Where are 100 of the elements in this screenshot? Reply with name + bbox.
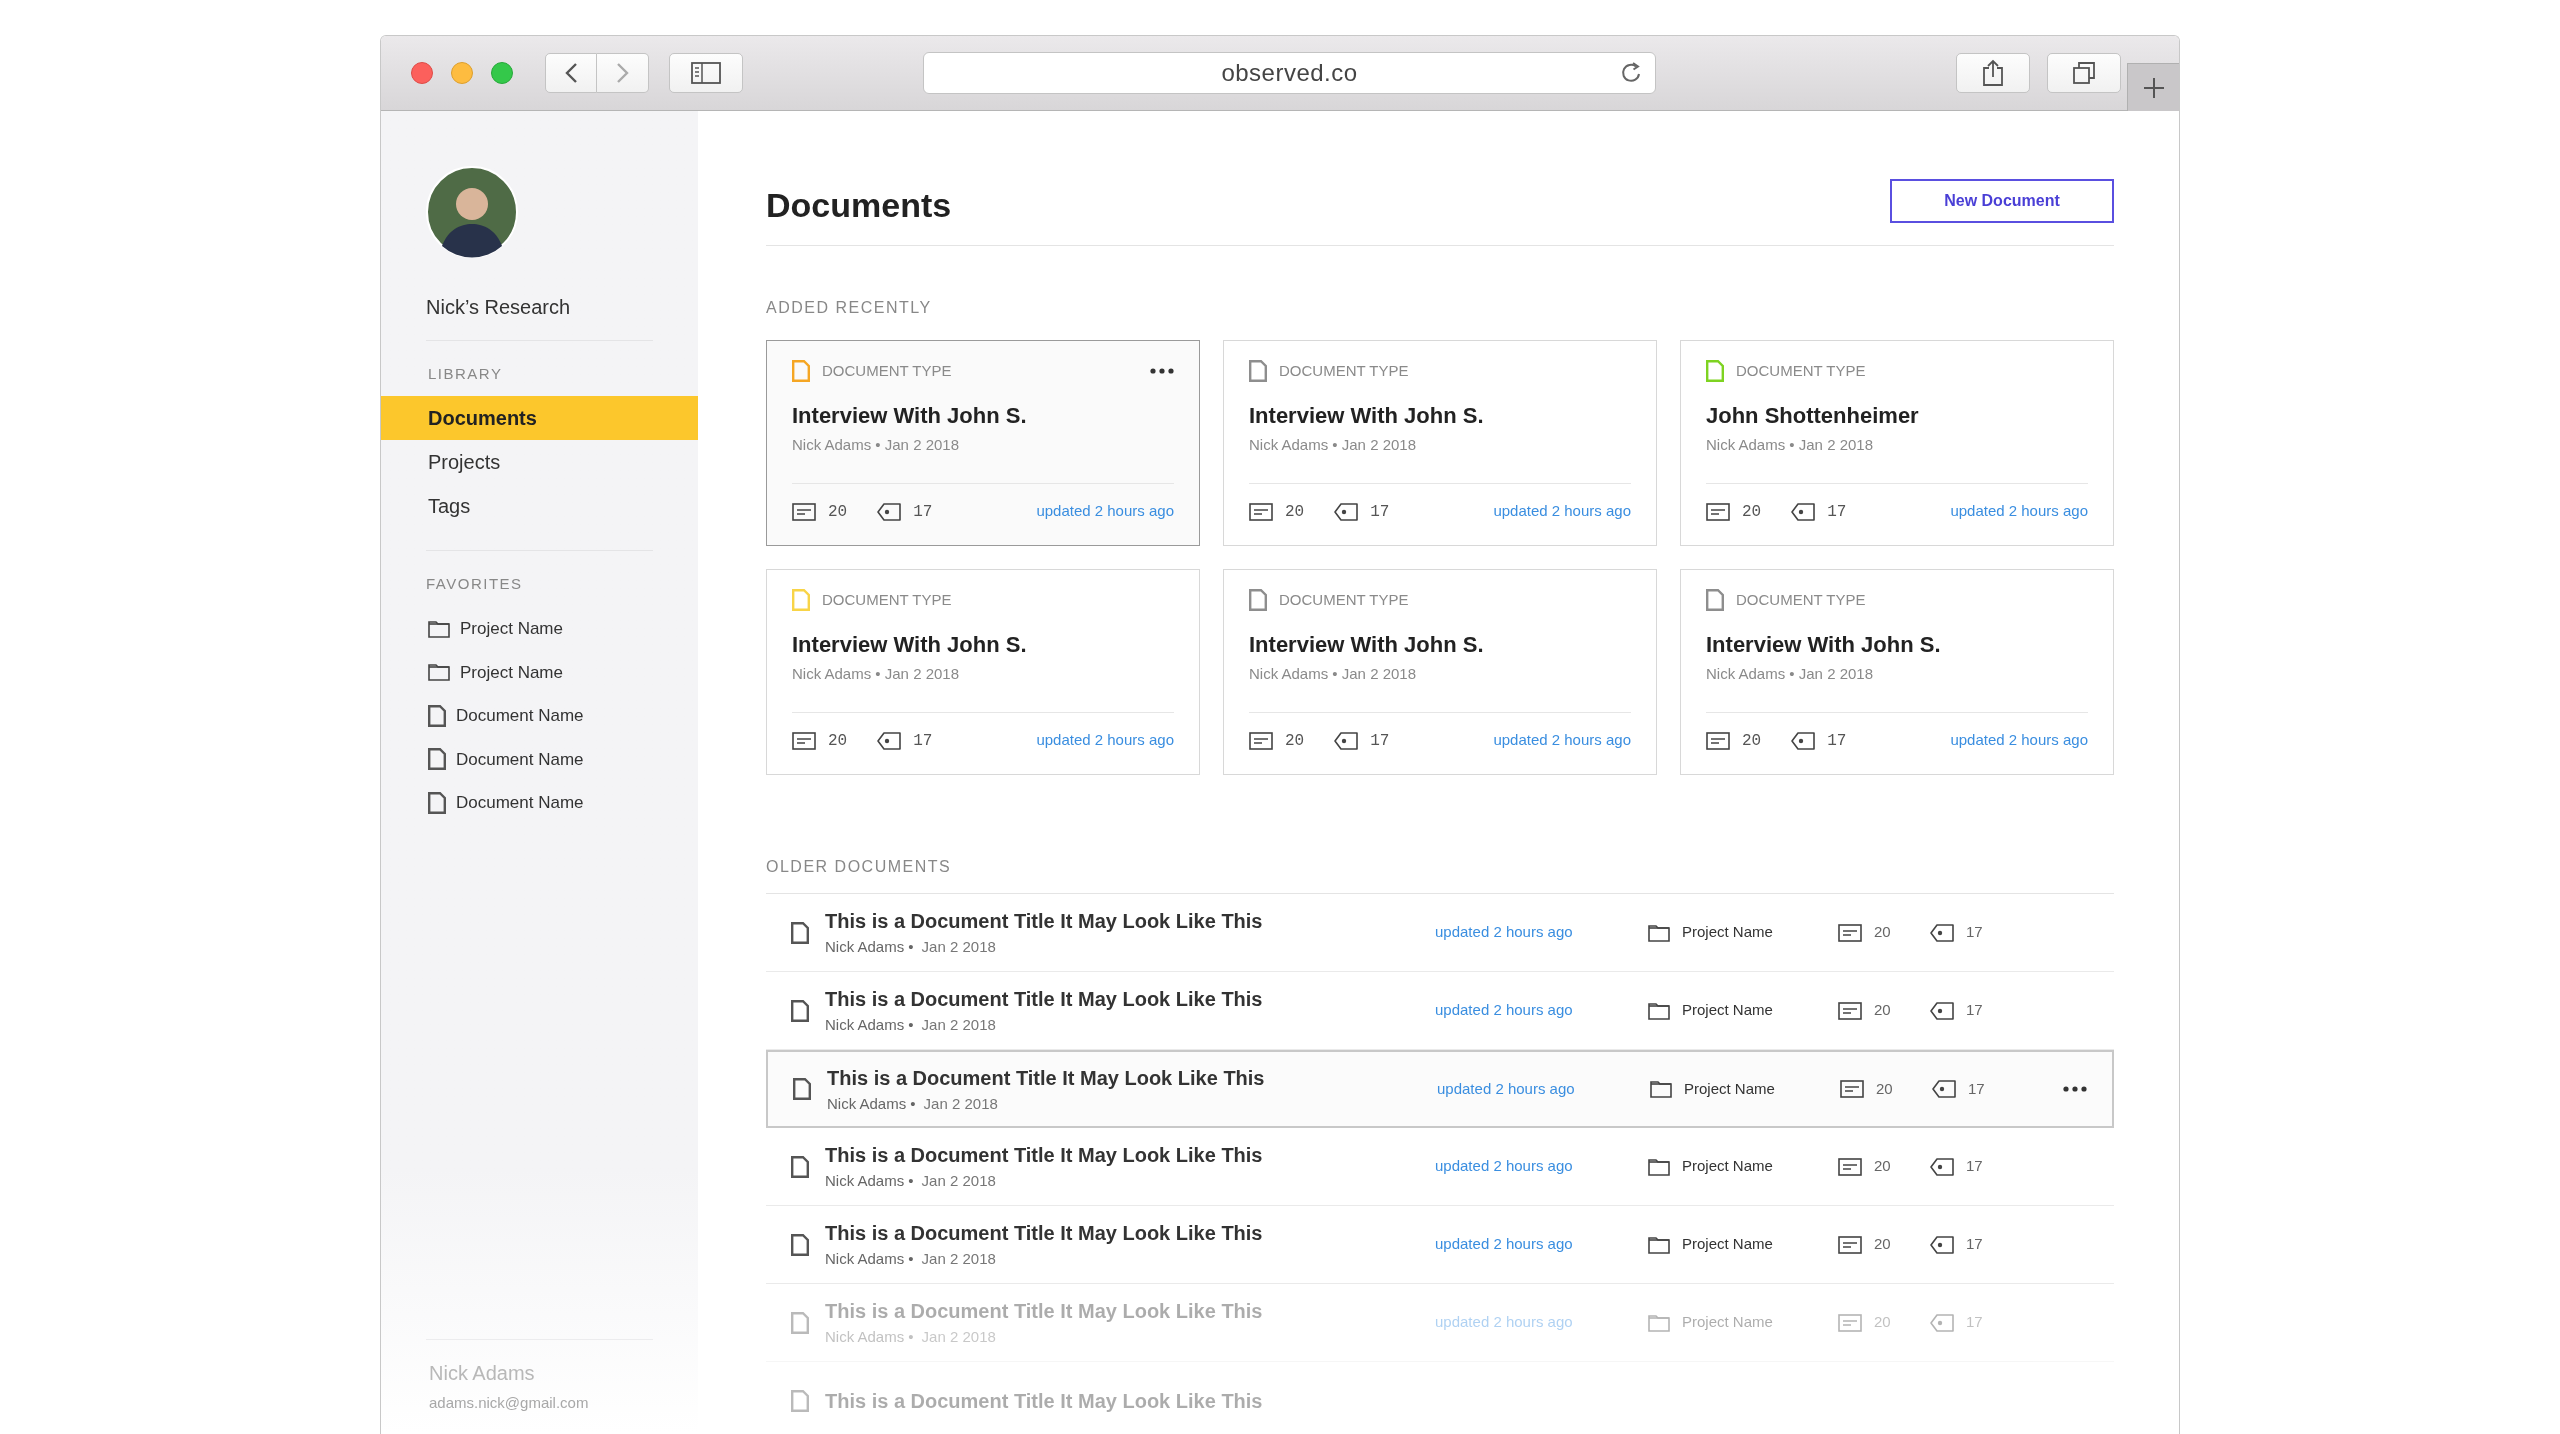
comment-icon [1249,731,1273,750]
comment-icon [1838,1235,1862,1254]
comment-icon [1840,1080,1864,1098]
nav-item[interactable]: Documents [381,395,698,440]
comment-count: 20 [1874,1000,1891,1021]
document-type: DOCUMENT TYPE [1736,360,1866,381]
comment-icon [792,731,816,750]
document-author: Nick Adams • [825,937,914,958]
document-type: DOCUMENT TYPE [1736,589,1866,610]
tabs-icon [2072,61,2096,85]
document-title: This is a Document Title It May Look Like This [825,1388,1264,1414]
nav-item[interactable]: Tags [381,483,698,528]
comment-count: 20 [1285,501,1305,523]
folder-icon [1648,1001,1670,1020]
tag-icon [1334,731,1359,750]
project-name: Project Name [1682,922,1773,943]
plus-icon [2141,75,2166,100]
tag-icon [1930,1001,1954,1020]
updated-link[interactable]: updated 2 hours ago [1950,729,2088,752]
card-title: Interview With John S. [792,631,1028,659]
document-card[interactable]: DOCUMENT TYPE Interview With John S. Nick Adams • Jan 2 2018 20 17 updated 2 hours ago [1680,569,2114,775]
updated-link[interactable]: updated 2 hours ago [1950,500,2088,523]
comment-count: 20 [1285,730,1305,752]
document-row[interactable]: This is a Document Title It May Look Like This Nick Adams • Jan 2 2018 updated 2 hours ago Project Name 20 17 [766,1050,2114,1128]
updated-link[interactable]: updated 2 hours ago [1036,729,1174,752]
card-meta: Nick Adams • Jan 2 2018 [1706,435,1874,455]
favorite-item[interactable]: Document Name [456,790,584,816]
chevron-right-icon [615,62,630,84]
tag-count: 17 [913,501,933,523]
document-row[interactable]: This is a Document Title It May Look Like This Nick Adams • Jan 2 2018 updated 2 hours ago Project Name 20 17 [766,894,2114,972]
document-card[interactable]: DOCUMENT TYPE Interview With John S. Nick Adams • Jan 2 2018 20 17 updated 2 hours ago [1223,569,1657,775]
address-bar[interactable]: observed.co [923,52,1656,94]
document-icon [791,921,809,944]
tag-count: 17 [1966,1000,1983,1021]
tag-count: 17 [1370,730,1390,752]
document-author: Nick Adams • [825,1171,914,1192]
document-card[interactable]: DOCUMENT TYPE Interview With John S. Nick Adams • Jan 2 2018 20 17 updated 2 hours ago [766,569,1200,775]
comment-icon [1838,923,1862,942]
card-meta: Nick Adams • Jan 2 2018 [792,435,960,455]
tag-count: 17 [1968,1078,1985,1099]
favorite-item[interactable]: Document Name [456,703,584,729]
more-icon[interactable] [2063,1086,2087,1092]
page-title: Documents [766,185,952,226]
back-button[interactable] [545,53,597,93]
workspace-name: Nick’s Research [426,295,572,320]
new-document-button[interactable]: New Document [1890,179,2114,223]
favorite-item[interactable]: Project Name [460,616,563,642]
project-name: Project Name [1682,1156,1773,1177]
comment-count: 20 [1876,1078,1893,1099]
updated-link[interactable]: updated 2 hours ago [1435,999,1635,1022]
tag-icon [1932,1080,1956,1098]
document-icon [791,999,809,1022]
document-icon [791,1311,809,1334]
document-row[interactable]: This is a Document Title It May Look Like This Nick Adams • Jan 2 2018 updated 2 hours ago Project Name 20 17 [766,1206,2114,1284]
updated-link[interactable]: updated 2 hours ago [1435,921,1635,944]
folder-icon [428,663,450,682]
user-email: adams.nick@gmail.com [429,1392,590,1413]
tag-count: 17 [913,730,933,752]
tag-count: 17 [1966,1312,1983,1333]
comment-icon [1706,731,1730,750]
updated-link[interactable]: updated 2 hours ago [1435,1233,1635,1256]
tag-count: 17 [1827,730,1847,752]
document-date: Jan 2 2018 [921,1249,996,1270]
tag-icon [877,731,902,750]
document-card[interactable]: DOCUMENT TYPE John Shottenheimer Nick Adams • Jan 2 2018 20 17 updated 2 hours ago [1680,340,2114,546]
tabs-button[interactable] [2047,53,2121,93]
more-icon[interactable] [1150,368,1174,374]
favorite-item[interactable]: Project Name [460,659,563,685]
nav-item[interactable]: Projects [381,439,698,484]
tag-icon [877,502,902,521]
updated-link[interactable]: updated 2 hours ago [1493,729,1631,752]
updated-link[interactable]: updated 2 hours ago [1493,500,1631,523]
document-title: This is a Document Title It May Look Like This [825,909,1264,935]
section-label: ADDED RECENTLY [766,298,933,318]
close-button[interactable] [411,62,433,84]
document-card[interactable]: DOCUMENT TYPE Interview With John S. Nick Adams • Jan 2 2018 20 17 updated 2 hours ago [766,340,1200,546]
comment-count: 20 [828,501,848,523]
tag-icon [1791,502,1816,521]
document-icon [791,1389,809,1412]
tag-count: 17 [1370,501,1390,523]
sidebar-icon [691,62,721,84]
favorite-item[interactable]: Document Name [456,746,584,772]
card-title: Interview With John S. [1249,631,1485,659]
share-button[interactable] [1956,53,2030,93]
document-type: DOCUMENT TYPE [1279,589,1409,610]
new-tab-button[interactable] [2127,63,2179,111]
sidebar-toggle-button[interactable] [669,53,743,93]
tag-icon [1930,1157,1954,1176]
updated-link[interactable]: updated 2 hours ago [1435,1155,1635,1178]
document-date: Jan 2 2018 [921,1171,996,1192]
comment-count: 20 [1874,1234,1891,1255]
section-label: OLDER DOCUMENTS [766,857,953,877]
document-icon [428,748,446,771]
document-row[interactable]: This is a Document Title It May Look Like This Nick Adams • Jan 2 2018 updated 2 hours ago Project Name 20 17 [766,1128,2114,1206]
document-card[interactable]: DOCUMENT TYPE Interview With John S. Nick Adams • Jan 2 2018 20 17 updated 2 hours ago [1223,340,1657,546]
comment-icon [1838,1313,1862,1332]
folder-icon [428,619,450,638]
project-name: Project Name [1682,1234,1773,1255]
folder-icon [1648,1313,1670,1332]
document-author: Nick Adams • [825,1249,914,1270]
